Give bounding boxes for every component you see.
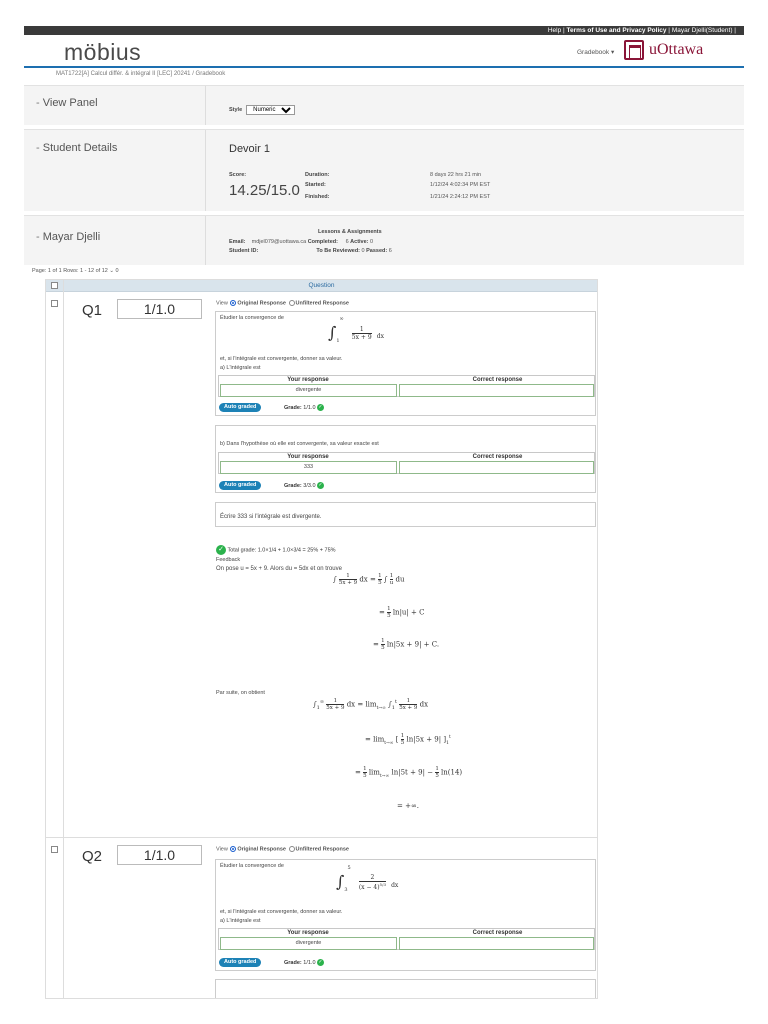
check-icon: ✓ (317, 404, 325, 411)
assignment-name: Devoir 1 (229, 143, 270, 155)
correct-response-cell (399, 461, 594, 474)
style-label: Style (229, 107, 243, 113)
student-panel: Mayar Djelli Lessons & Assignments Email… (24, 215, 744, 265)
user-link[interactable]: Mayar Djelli(Student) (672, 27, 733, 34)
style-select[interactable]: Numeric (246, 105, 296, 115)
your-response-cell: divergente (220, 384, 397, 397)
your-response-cell: 333 (220, 461, 397, 474)
response-table: Your response Correct response 333 (218, 452, 595, 474)
question-label: Q2 (82, 848, 103, 865)
question-column-header[interactable]: Question (46, 280, 597, 292)
feedback-label: Feedback (216, 557, 241, 563)
gradebook-menu[interactable]: Gradebook ▾ (577, 48, 614, 56)
mobius-logo[interactable]: möbius (64, 39, 141, 66)
your-response-cell: divergente (220, 937, 397, 950)
score-label: Score: (229, 172, 247, 178)
student-name[interactable]: Mayar Djelli (36, 231, 100, 243)
question-score: 1/1.0 (117, 845, 202, 865)
question-score: 1/1.0 (117, 299, 202, 319)
view-panel: View Panel Style Numeric (24, 85, 744, 125)
table-header: Question (46, 280, 597, 292)
auto-graded-badge: Auto graded (219, 403, 262, 412)
app-header: möbius Gradebook ▾ uOttawa (24, 35, 744, 68)
auto-graded-badge: Auto graded (219, 958, 262, 967)
integral-expression: ∫35 2 (x − 4)5/3 dx (336, 864, 399, 894)
part-a-box: Étudier la convergence de ∫1∞ 1 5x + 9 dx… (215, 311, 596, 416)
unfiltered-response-radio[interactable] (288, 846, 295, 852)
finished-value: 1/21/24 2:24:12 PM EST (430, 194, 491, 200)
breadcrumb-course[interactable]: MAT1722[A] Calcul différ. & intégral II … (56, 71, 191, 77)
unfiltered-response-radio[interactable] (288, 300, 295, 306)
building-icon (624, 40, 644, 60)
row-checkbox[interactable] (51, 846, 58, 853)
part-b-box (215, 979, 596, 998)
check-icon: ✓ (216, 545, 226, 555)
auto-graded-badge: Auto graded (219, 481, 262, 490)
institution-logo: uOttawa (624, 40, 703, 60)
part-b-box: b) Dans l'hypothèse où elle est converge… (215, 425, 596, 493)
integral-expression: ∫1∞ 1 5x + 9 dx (328, 315, 384, 345)
top-bar: Help | Terms of Use and Privacy Policy |… (24, 26, 744, 35)
breadcrumb: MAT1722[A] Calcul différ. & intégral II … (56, 71, 226, 77)
pagination-info: Page: 1 of 1 Rows: 1 - 12 of 12 ⌄ 0 (32, 268, 119, 274)
response-table: Your response Correct response divergent… (218, 375, 595, 397)
institution-name: uOttawa (649, 41, 704, 58)
total-grade: Total grade: 1.0×1/4 + 1.0×3/4 = 25% + 7… (227, 547, 336, 554)
original-response-radio[interactable] (230, 300, 237, 306)
row-checkbox[interactable] (51, 300, 58, 307)
breadcrumb-current: Gradebook (195, 71, 226, 77)
started-value: 1/12/24 4:02:34 PM EST (430, 182, 491, 188)
view-options: View Original Response Unfiltered Respon… (216, 846, 349, 853)
table-row: Q1 1/1.0 View Original Response Unfilter… (46, 293, 597, 838)
note-box: Écrire 333 si l'intégrale est divergente… (215, 502, 596, 527)
check-icon: ✓ (317, 959, 325, 966)
terms-link[interactable]: Terms of Use and Privacy Policy (567, 27, 667, 34)
duration-value: 8 days 22 hrs 21 min (430, 172, 482, 178)
question-table: Question Q1 1/1.0 View Original Response… (45, 279, 598, 999)
view-options: View Original Response Unfiltered Respon… (216, 300, 349, 307)
table-row: Q2 1/1.0 View Original Response Unfilter… (46, 839, 597, 998)
score-value: 14.25/15.0 (229, 182, 300, 199)
student-details-title[interactable]: Student Details (36, 142, 118, 154)
correct-response-cell (399, 937, 594, 950)
question-label: Q1 (82, 302, 103, 319)
response-table: Your response Correct response divergent… (218, 928, 595, 950)
correct-response-cell (399, 384, 594, 397)
check-icon: ✓ (317, 482, 325, 489)
email-value: mdjel079@uottawa.ca (251, 239, 307, 245)
help-link[interactable]: Help (548, 27, 561, 34)
student-details-panel: Student Details Devoir 1 Score: 14.25/15… (24, 129, 744, 211)
original-response-radio[interactable] (230, 846, 237, 852)
view-panel-title[interactable]: View Panel (36, 97, 98, 109)
part-a-box: Étudier la convergence de ∫35 2 (x − 4)5/… (215, 859, 596, 971)
